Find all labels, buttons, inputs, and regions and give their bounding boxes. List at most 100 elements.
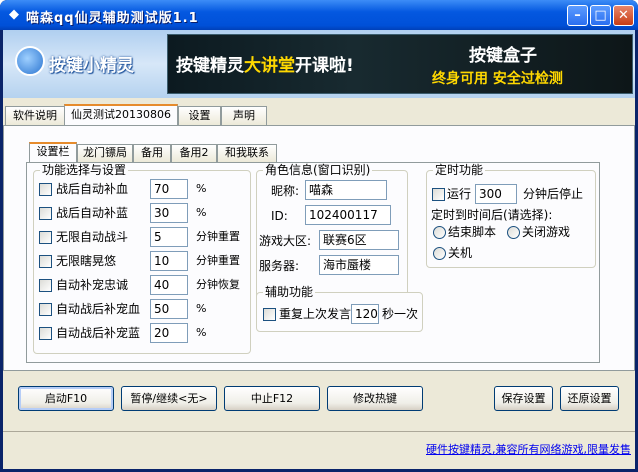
ad-part2: 大讲堂 [244, 56, 295, 76]
save-settings-button[interactable]: 保存设置 [494, 386, 553, 411]
shutdown-radio[interactable] [433, 247, 446, 260]
function-row: 战后自动补蓝 30 % [34, 203, 250, 223]
pet-loyalty-input[interactable]: 40 [150, 275, 188, 295]
tab-longmen[interactable]: 龙门镖局 [77, 144, 133, 162]
timer-run-checkbox[interactable] [432, 188, 445, 201]
nickname-label: 昵称: [271, 184, 300, 198]
client-area: 按键小精灵 按键精灵大讲堂开课啦! 按键盒子 终身可用 安全过检测 软件说明 仙… [3, 30, 635, 469]
tab-software-info[interactable]: 软件说明 [5, 106, 65, 125]
function-label: 自动战后补宠血 [56, 302, 141, 316]
close-game-label: 关闭游戏 [522, 225, 571, 239]
banner: 按键小精灵 按键精灵大讲堂开课啦! 按键盒子 终身可用 安全过检测 [3, 30, 635, 98]
restore-settings-button[interactable]: 还原设置 [560, 386, 619, 411]
pet-hp-input[interactable]: 50 [150, 299, 188, 319]
timer-after-label: 定时到时间后(请选择): [431, 208, 553, 222]
function-row: 战后自动补血 70 % [34, 179, 250, 199]
window-title: 喵森qq仙灵辅助测试版1.1 [26, 11, 199, 26]
tab-backup[interactable]: 备用 [133, 144, 171, 162]
end-script-label: 结束脚本 [448, 225, 497, 239]
app-icon: ◆ [9, 7, 19, 22]
wander-input[interactable]: 10 [150, 251, 188, 271]
hp-checkbox[interactable] [39, 183, 52, 196]
tab-backup2[interactable]: 备用2 [171, 144, 217, 162]
end-script-radio[interactable] [433, 226, 446, 239]
wander-checkbox[interactable] [39, 255, 52, 268]
maximize-button[interactable]: □ [590, 5, 611, 26]
hotkey-button[interactable]: 修改热键 [327, 386, 423, 411]
close-game-radio[interactable] [507, 226, 520, 239]
function-row: 无限自动战斗 5 分钟重置 [34, 227, 250, 247]
minimize-button[interactable]: – [567, 5, 588, 26]
pet-hp-checkbox[interactable] [39, 303, 52, 316]
timer-group-title: 定时功能 [433, 163, 486, 177]
shutdown-label: 关机 [448, 246, 473, 260]
auto-battle-input[interactable]: 5 [150, 227, 188, 247]
hp-input[interactable]: 70 [150, 179, 188, 199]
mp-checkbox[interactable] [39, 207, 52, 220]
timer-minutes-input[interactable]: 300 [475, 184, 517, 204]
role-group: 角色信息(窗口识别) 昵称: 喵森 ID: 102400117 游戏大区: 联赛… [256, 163, 408, 300]
pet-loyalty-checkbox[interactable] [39, 279, 52, 292]
tab-contact[interactable]: 和我联系 [217, 144, 277, 162]
repeat-chat-unit: 秒一次 [382, 307, 419, 321]
repeat-chat-label: 重复上次发言 [279, 307, 352, 321]
stop-button[interactable]: 中止F12 [224, 386, 320, 411]
assist-group-title: 辅助功能 [263, 285, 316, 299]
nickname-field[interactable]: 喵森 [305, 180, 387, 200]
divider [3, 431, 635, 432]
ad-banner[interactable]: 按键精灵大讲堂开课啦! 按键盒子 终身可用 安全过检测 [167, 34, 633, 94]
function-label: 战后自动补血 [56, 182, 129, 196]
pet-mp-checkbox[interactable] [39, 327, 52, 340]
hardware-promo-link[interactable]: 硬件按键精灵,兼容所有网络游戏,限量发售 [426, 441, 631, 457]
id-field[interactable]: 102400117 [305, 205, 391, 225]
close-button[interactable]: ✕ [613, 5, 634, 26]
ad-slogan: 终身可用 安全过检测 [432, 71, 563, 87]
timer-run-label: 运行 [447, 187, 472, 201]
function-unit: 分钟重置 [196, 230, 240, 243]
assist-group: 辅助功能 重复上次发言 120 秒一次 [256, 285, 423, 332]
functions-group-title: 功能选择与设置 [40, 163, 129, 177]
ad-part1: 按键精灵 [176, 56, 244, 76]
function-unit: % [196, 182, 207, 195]
function-unit: 分钟重置 [196, 254, 240, 267]
title-bar[interactable]: ◆ 喵森qq仙灵辅助测试版1.1 – □ ✕ [0, 0, 638, 30]
function-unit: % [196, 302, 207, 315]
tab-statement[interactable]: 声明 [221, 106, 267, 125]
function-row: 自动补宠忠诚 40 分钟恢复 [34, 275, 250, 295]
function-row: 无限瞎晃悠 10 分钟重置 [34, 251, 250, 271]
function-label: 战后自动补蓝 [56, 206, 129, 220]
repeat-chat-input[interactable]: 120 [351, 304, 379, 324]
repeat-chat-checkbox[interactable] [263, 308, 276, 321]
tab-test[interactable]: 仙灵测试20130806 [64, 104, 178, 125]
server-label: 服务器: [259, 259, 300, 273]
function-unit: % [196, 206, 207, 219]
pause-button[interactable]: 暂停/继续<无> [121, 386, 217, 411]
auto-battle-checkbox[interactable] [39, 231, 52, 244]
ad-box-title: 按键盒子 [469, 46, 537, 66]
region-label: 游戏大区: [259, 234, 312, 248]
ad-headline: 按键精灵大讲堂开课啦! [176, 51, 354, 76]
logo-text: 按键小精灵 [49, 56, 134, 76]
start-button[interactable]: 启动F10 [18, 386, 114, 411]
mp-input[interactable]: 30 [150, 203, 188, 223]
function-unit: % [196, 326, 207, 339]
pet-mp-input[interactable]: 20 [150, 323, 188, 343]
ad-part3: 开课啦! [295, 56, 354, 76]
function-unit: 分钟恢复 [196, 278, 240, 291]
timer-run-unit: 分钟后停止 [523, 187, 584, 201]
tab-settings[interactable]: 设置 [178, 106, 221, 125]
role-group-title: 角色信息(窗口识别) [263, 163, 373, 177]
tab-settings-bar[interactable]: 设置栏 [29, 142, 77, 162]
timer-group: 定时功能 运行 300 分钟后停止 定时到时间后(请选择): 结束脚本 关闭游戏… [426, 163, 596, 268]
function-row: 自动战后补宠血 50 % [34, 299, 250, 319]
id-label: ID: [271, 209, 288, 223]
server-field[interactable]: 海市蜃楼 [319, 255, 399, 275]
function-label: 无限自动战斗 [56, 230, 129, 244]
function-label: 自动补宠忠诚 [56, 278, 129, 292]
function-label: 无限瞎晃悠 [56, 254, 117, 268]
functions-group: 功能选择与设置 战后自动补血 70 % 战后自动补蓝 30 % 无限自动战斗 5… [33, 163, 251, 354]
app-window: ◆ 喵森qq仙灵辅助测试版1.1 – □ ✕ 按键小精灵 按键精灵大讲堂开课啦!… [0, 0, 638, 472]
function-row: 自动战后补宠蓝 20 % [34, 323, 250, 343]
region-field[interactable]: 联赛6区 [319, 230, 399, 250]
function-label: 自动战后补宠蓝 [56, 326, 141, 340]
